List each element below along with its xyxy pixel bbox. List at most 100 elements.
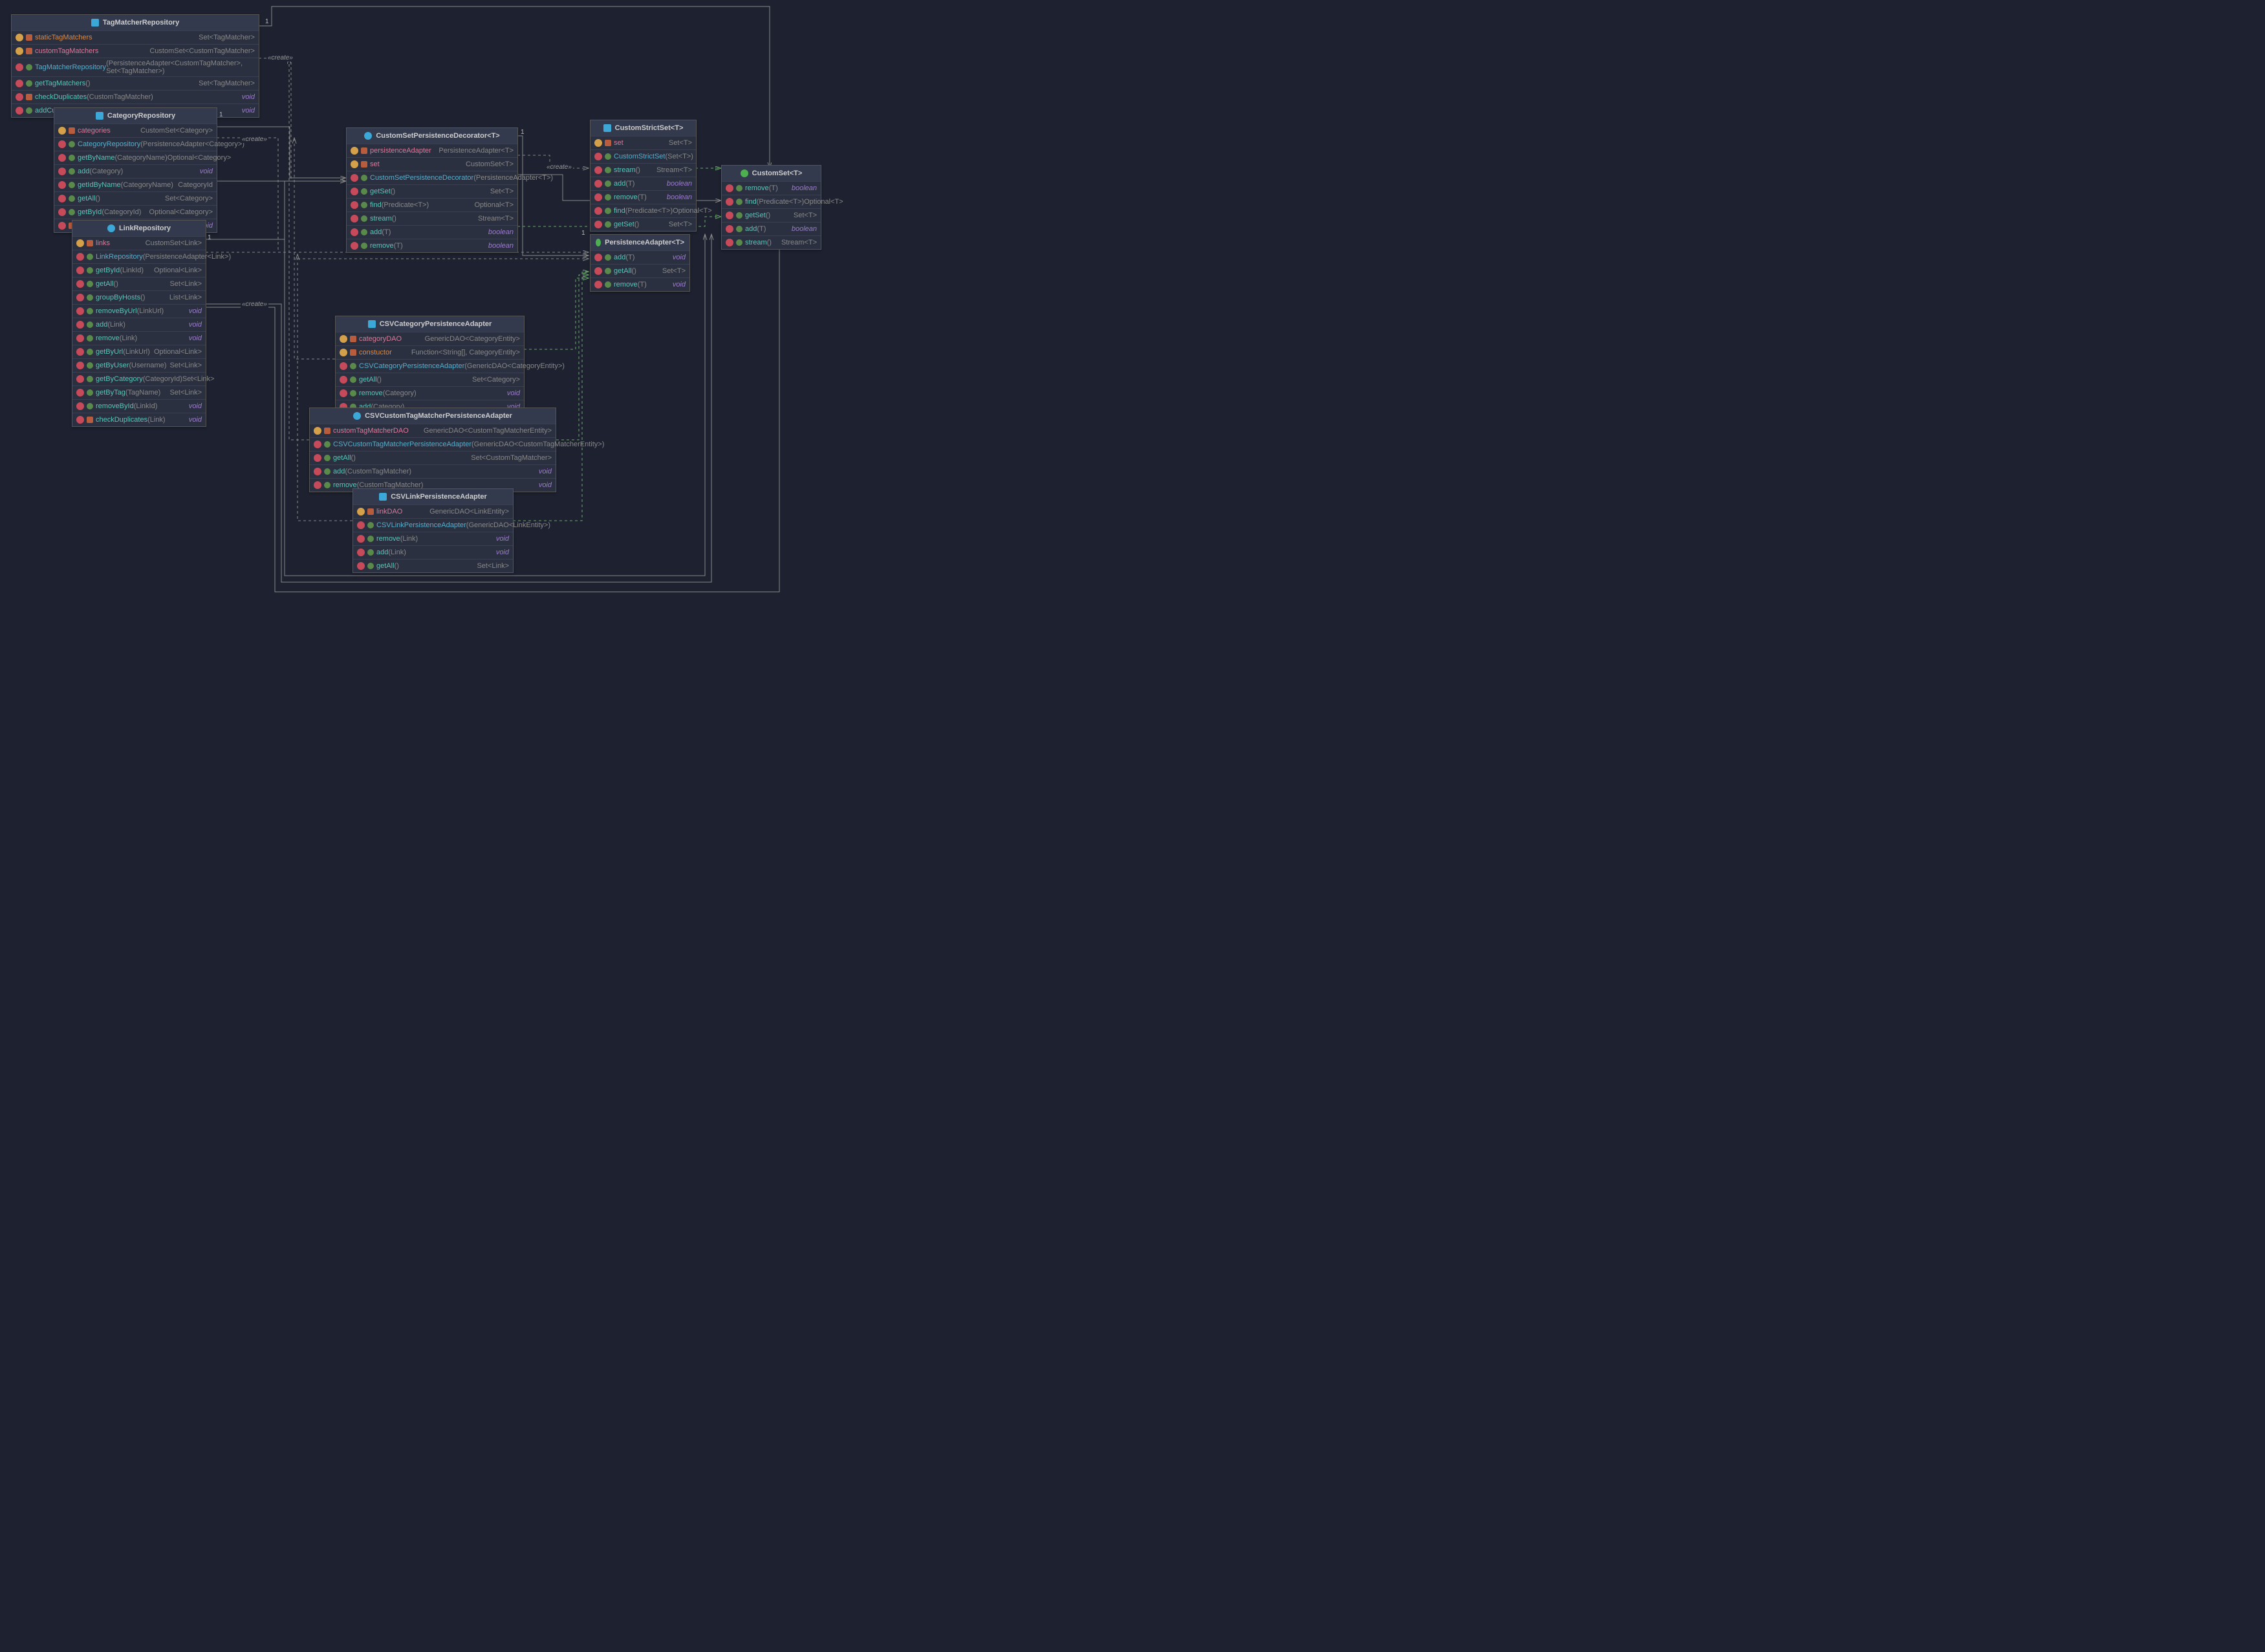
- member-row[interactable]: find(Predicate<T>)Optional<T>: [347, 198, 517, 212]
- member-row[interactable]: LinkRepository(PersistenceAdapter<Link>): [72, 250, 206, 263]
- method-icon: [314, 454, 321, 462]
- member-name: getAll: [614, 267, 632, 275]
- member-row[interactable]: linkDAOGenericDAO<LinkEntity>: [353, 505, 513, 518]
- member-row[interactable]: getByUrl(LinkUrl)Optional<Link>: [72, 345, 206, 358]
- member-row[interactable]: add(T)boolean: [722, 222, 821, 235]
- member-row[interactable]: stream()Stream<T>: [347, 212, 517, 225]
- member-row[interactable]: getByCategory(CategoryId)Set<Link>: [72, 372, 206, 386]
- member-row[interactable]: find(Predicate<T>)Optional<T>: [591, 204, 696, 217]
- class-title: CSVCategoryPersistenceAdapter: [380, 320, 492, 328]
- member-row[interactable]: add(T)boolean: [591, 177, 696, 190]
- member-row[interactable]: remove(Link)void: [72, 331, 206, 345]
- member-row[interactable]: getByName(CategoryName)Optional<Category…: [54, 151, 217, 164]
- member-row[interactable]: remove(T)void: [591, 277, 689, 291]
- public-icon: [605, 281, 611, 288]
- member-row[interactable]: CustomStrictSet(Set<T>): [591, 149, 696, 163]
- member-row[interactable]: getByUser(Username)Set<Link>: [72, 358, 206, 372]
- member-row[interactable]: stream()Stream<T>: [722, 235, 821, 249]
- member-row[interactable]: linksCustomSet<Link>: [72, 236, 206, 250]
- method-icon: [76, 362, 84, 369]
- member-row[interactable]: setCustomSet<T>: [347, 157, 517, 171]
- private-icon: [26, 48, 32, 54]
- member-row[interactable]: getById(LinkId)Optional<Link>: [72, 263, 206, 277]
- member-row[interactable]: persistenceAdapterPersistenceAdapter<T>: [347, 144, 517, 157]
- public-icon: [87, 294, 93, 301]
- member-name: set: [614, 139, 623, 147]
- member-row[interactable]: getAll()Set<T>: [591, 264, 689, 277]
- class-customset-decorator[interactable]: CustomSetPersistenceDecorator<T> persist…: [346, 127, 518, 253]
- member-row[interactable]: categoriesCustomSet<Category>: [54, 124, 217, 137]
- member-row[interactable]: groupByHosts()List<Link>: [72, 290, 206, 304]
- member-row[interactable]: getById(CategoryId)Optional<Category>: [54, 205, 217, 219]
- member-params: (Set<T>): [665, 153, 693, 160]
- member-row[interactable]: add(Link)void: [353, 545, 513, 559]
- class-link-repository[interactable]: LinkRepository linksCustomSet<Link>LinkR…: [72, 220, 206, 427]
- member-row[interactable]: getAll()Set<Link>: [72, 277, 206, 290]
- class-custom-strict-set[interactable]: CustomStrictSet<T> setSet<T>CustomStrict…: [590, 120, 697, 232]
- member-row[interactable]: customTagMatchersCustomSet<CustomTagMatc…: [12, 44, 259, 58]
- member-row[interactable]: add(T)void: [591, 250, 689, 264]
- member-params: (): [377, 376, 382, 384]
- member-row[interactable]: getTagMatchers()Set<TagMatcher>: [12, 76, 259, 90]
- member-row[interactable]: staticTagMatchersSet<TagMatcher>: [12, 30, 259, 44]
- member-type: void: [539, 468, 552, 475]
- member-row[interactable]: CSVCustomTagMatcherPersistenceAdapter(Ge…: [310, 437, 556, 451]
- method-icon: [58, 140, 66, 148]
- member-row[interactable]: remove(T)boolean: [722, 181, 821, 195]
- member-row[interactable]: add(Category)void: [54, 164, 217, 178]
- method-icon: [16, 107, 23, 114]
- member-row[interactable]: getAll()Set<Link>: [353, 559, 513, 572]
- member-row[interactable]: customTagMatcherDAOGenericDAO<CustomTagM…: [310, 424, 556, 437]
- member-row[interactable]: checkDuplicates(CustomTagMatcher)void: [12, 90, 259, 103]
- member-row[interactable]: getSet()Set<T>: [347, 184, 517, 198]
- member-row[interactable]: CustomSetPersistenceDecorator(Persistenc…: [347, 171, 517, 184]
- member-row[interactable]: find(Predicate<T>)Optional<T>: [722, 195, 821, 208]
- member-row[interactable]: add(CustomTagMatcher)void: [310, 464, 556, 478]
- member-row[interactable]: getIdByName(CategoryName)CategoryId: [54, 178, 217, 191]
- member-row[interactable]: checkDuplicates(Link)void: [72, 413, 206, 426]
- member-row[interactable]: CSVLinkPersistenceAdapter(GenericDAO<Lin…: [353, 518, 513, 532]
- member-row[interactable]: CategoryRepository(PersistenceAdapter<Ca…: [54, 137, 217, 151]
- class-persistence-adapter[interactable]: PersistenceAdapter<T> add(T)voidgetAll()…: [590, 234, 690, 292]
- class-csv-link[interactable]: CSVLinkPersistenceAdapter linkDAOGeneric…: [352, 488, 514, 573]
- members-container: add(T)voidgetAll()Set<T>remove(T)void: [591, 250, 689, 291]
- member-row[interactable]: setSet<T>: [591, 136, 696, 149]
- member-row[interactable]: getAll()Set<CustomTagMatcher>: [310, 451, 556, 464]
- member-row[interactable]: removeByUrl(LinkUrl)void: [72, 304, 206, 318]
- member-row[interactable]: add(T)boolean: [347, 225, 517, 239]
- member-row[interactable]: removeById(LinkId)void: [72, 399, 206, 413]
- member-name: add: [370, 228, 382, 236]
- member-type: Optional<T>: [474, 201, 514, 209]
- member-row[interactable]: remove(Link)void: [353, 532, 513, 545]
- member-row[interactable]: remove(T)boolean: [591, 190, 696, 204]
- member-row[interactable]: add(Link)void: [72, 318, 206, 331]
- member-row[interactable]: getSet()Set<T>: [722, 208, 821, 222]
- member-row[interactable]: getAll()Set<Category>: [54, 191, 217, 205]
- member-row[interactable]: TagMatcherRepository(PersistenceAdapter<…: [12, 58, 259, 76]
- member-row[interactable]: constuctorFunction<String[], CategoryEnt…: [336, 345, 524, 359]
- member-row[interactable]: remove(T)boolean: [347, 239, 517, 252]
- method-icon: [16, 80, 23, 87]
- member-row[interactable]: categoryDAOGenericDAO<CategoryEntity>: [336, 332, 524, 345]
- member-name: groupByHosts: [96, 294, 140, 301]
- member-row[interactable]: CSVCategoryPersistenceAdapter(GenericDAO…: [336, 359, 524, 373]
- method-icon: [726, 198, 733, 206]
- member-row[interactable]: getSet()Set<T>: [591, 217, 696, 231]
- class-tagmatcher-repository[interactable]: TagMatcherRepository staticTagMatchersSe…: [11, 14, 259, 118]
- method-icon: [357, 562, 365, 570]
- method-icon: [76, 280, 84, 288]
- create-label: «create»: [241, 136, 268, 143]
- member-row[interactable]: stream()Stream<T>: [591, 163, 696, 177]
- class-category-repository[interactable]: CategoryRepository categoriesCustomSet<C…: [54, 107, 217, 233]
- private-icon: [87, 417, 93, 423]
- member-row[interactable]: getByTag(TagName)Set<Link>: [72, 386, 206, 399]
- class-csv-customtag[interactable]: CSVCustomTagMatcherPersistenceAdapter cu…: [309, 408, 556, 492]
- member-name: CustomSetPersistenceDecorator: [370, 174, 473, 182]
- member-row[interactable]: remove(Category)void: [336, 386, 524, 400]
- member-row[interactable]: getAll()Set<Category>: [336, 373, 524, 386]
- members-container: persistenceAdapterPersistenceAdapter<T>s…: [347, 144, 517, 252]
- public-icon: [69, 182, 75, 188]
- class-csv-category[interactable]: CSVCategoryPersistenceAdapter categoryDA…: [335, 316, 525, 414]
- private-icon: [350, 336, 356, 342]
- class-custom-set[interactable]: CustomSet<T> remove(T)booleanfind(Predic…: [721, 165, 821, 250]
